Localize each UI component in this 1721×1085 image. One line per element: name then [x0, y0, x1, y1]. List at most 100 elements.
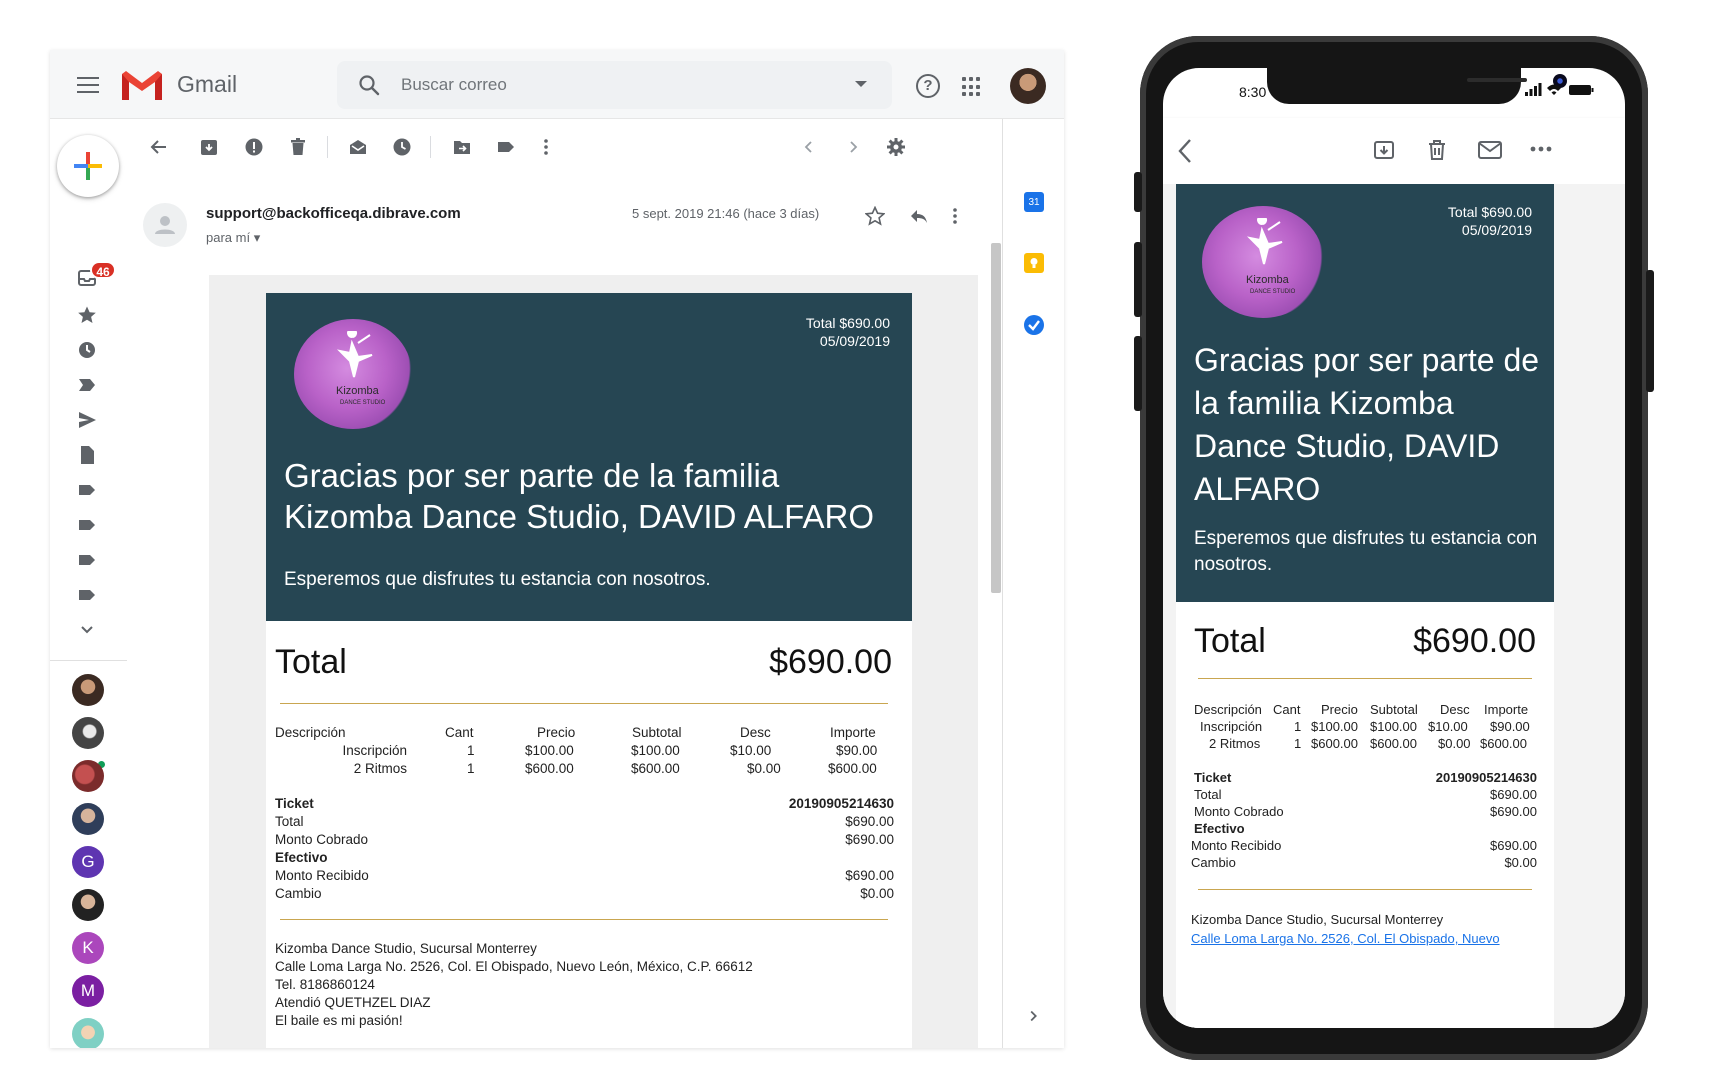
label-icon[interactable]	[77, 515, 97, 535]
hero-total: Total $690.00	[805, 315, 890, 331]
table-cell: $0.00	[1438, 736, 1471, 751]
label-icon[interactable]	[496, 137, 516, 157]
summary-value: $690.00	[845, 832, 894, 847]
hero-subtitle: Esperemos que disfrutes tu estancia con …	[284, 569, 711, 590]
table-cell: $100.00	[631, 743, 680, 758]
ticket-number: 20190905214630	[788, 796, 894, 811]
label-icon[interactable]	[77, 550, 97, 570]
hangouts-contact-avatar[interactable]	[72, 674, 104, 706]
sender-email[interactable]: support@backofficeqa.dibrave.com	[206, 205, 461, 222]
gmail-wordmark[interactable]: Gmail	[177, 71, 237, 98]
delete-icon[interactable]	[288, 137, 308, 157]
spam-icon[interactable]	[244, 137, 264, 157]
mail-icon[interactable]	[1477, 138, 1503, 162]
search-options-caret-icon[interactable]	[855, 81, 867, 87]
phone-notch	[1267, 68, 1567, 104]
star-icon[interactable]	[865, 206, 885, 226]
archive-icon[interactable]	[199, 137, 219, 157]
move-to-icon[interactable]	[452, 137, 472, 157]
logo-brand-line1: Kizomba	[336, 385, 379, 397]
hangouts-contact-avatar[interactable]	[72, 1018, 104, 1048]
recipient-label: para mí	[206, 230, 251, 245]
summary-value: $690.00	[1490, 804, 1537, 819]
settings-icon[interactable]	[886, 137, 906, 157]
table-cell: Inscripción	[1200, 719, 1263, 734]
hangouts-contact-avatar[interactable]	[72, 717, 104, 749]
hero-subtitle-line: Esperemos que disfrutes tu estancia con	[1194, 528, 1538, 549]
divider	[1198, 889, 1532, 890]
hangouts-contact-avatar[interactable]	[72, 803, 104, 835]
compose-plus-icon	[74, 152, 102, 180]
sent-icon[interactable]	[77, 410, 97, 430]
drafts-icon[interactable]	[77, 445, 97, 465]
payment-value: $0.00	[860, 886, 894, 901]
phone-receipt-hero: Kizomba DANCE STUDIO Total $690.00 05/09…	[1176, 184, 1554, 602]
toolbar-separator	[327, 136, 328, 158]
footer-address-link[interactable]: Calle Loma Larga No. 2526, Col. El Obisp…	[1191, 931, 1500, 946]
hero-title: Gracias por ser parte de la familia Kizo…	[1194, 339, 1539, 511]
label-icon[interactable]	[77, 585, 97, 605]
delete-icon[interactable]	[1425, 138, 1449, 162]
summary-label: Monto Cobrado	[1194, 804, 1284, 819]
search-input[interactable]: Buscar correo	[337, 61, 892, 109]
phone-side-button	[1646, 270, 1654, 392]
chevron-right-icon[interactable]	[1024, 1007, 1042, 1025]
phone-screen: 8:30 Kizomba DANCE STUDIO Total $690.00 …	[1163, 68, 1625, 1028]
dancer-icon	[1246, 218, 1283, 265]
mark-unread-icon[interactable]	[348, 137, 368, 157]
back-arrow-icon[interactable]	[149, 137, 169, 157]
search-icon[interactable]	[357, 73, 381, 97]
reply-icon[interactable]	[909, 206, 929, 226]
gmail-logo-icon[interactable]	[120, 68, 164, 102]
hero-subtitle-line: nosotros.	[1194, 554, 1273, 575]
compose-button[interactable]	[57, 135, 119, 197]
hangouts-contact-avatar[interactable]: K	[72, 932, 104, 964]
receipt-hero: Kizomba DANCE STUDIO Total $690.00 05/09…	[266, 293, 912, 621]
status-icons	[1525, 83, 1594, 96]
table-cell: Inscripción	[342, 743, 407, 758]
recipient-details[interactable]: para mí ▾	[206, 230, 260, 246]
table-row: 2 Ritmos 1 $600.00 $600.00 $0.00 $600.00	[1194, 736, 1539, 754]
gmail-header: Gmail Buscar correo ?	[50, 50, 1064, 119]
more-vert-icon[interactable]	[536, 137, 556, 157]
starred-icon[interactable]	[77, 305, 97, 325]
snoozed-icon[interactable]	[77, 340, 97, 360]
hangouts-contact-avatar[interactable]	[72, 760, 104, 792]
caret-down-icon[interactable]: ▾	[254, 230, 261, 245]
back-chevron-icon[interactable]	[1177, 138, 1193, 164]
archive-icon[interactable]	[1372, 138, 1396, 162]
important-icon[interactable]	[77, 375, 97, 395]
total-label: Total	[275, 643, 347, 681]
help-icon[interactable]: ?	[916, 74, 940, 98]
search-placeholder: Buscar correo	[401, 75, 507, 94]
label-icon[interactable]	[77, 480, 97, 500]
chevron-left-icon[interactable]	[799, 137, 819, 157]
message-date: 5 sept. 2019 21:46 (hace 3 días)	[632, 206, 820, 221]
table-cell: 2 Ritmos	[1209, 736, 1261, 751]
hangouts-contact-avatar[interactable]: G	[72, 846, 104, 878]
keep-icon[interactable]	[1024, 253, 1044, 273]
hangouts-contact-avatar[interactable]	[72, 889, 104, 921]
table-cell: $10.00	[1428, 719, 1468, 734]
table-cell: $600.00	[631, 761, 680, 776]
apps-icon[interactable]	[962, 77, 982, 97]
hangouts-contact-avatar[interactable]: M	[72, 975, 104, 1007]
chevron-right-icon[interactable]	[843, 137, 863, 157]
snooze-icon[interactable]	[392, 137, 412, 157]
scrollbar-thumb[interactable]	[991, 243, 1001, 593]
inbox-unread-badge: 46	[90, 261, 116, 279]
gmail-window: Gmail Buscar correo ? 46 G K M support@b…	[50, 50, 1064, 1048]
more-horiz-icon[interactable]	[1530, 144, 1552, 154]
calendar-icon[interactable]: 31	[1024, 192, 1044, 212]
table-cell: $90.00	[1490, 719, 1530, 734]
table-cell: 1	[1294, 719, 1302, 734]
items-table: Descripción Cant Precio Subtotal Desc Im…	[1194, 702, 1539, 758]
logo-brand-line2: DANCE STUDIO	[340, 400, 386, 406]
tasks-icon[interactable]	[1024, 315, 1044, 335]
account-avatar[interactable]	[1010, 68, 1046, 104]
more-vert-icon[interactable]	[945, 206, 965, 226]
payment-method: Efectivo	[275, 850, 328, 865]
phone-mockup: 8:30 Kizomba DANCE STUDIO Total $690.00 …	[1134, 36, 1654, 1060]
chevron-down-icon[interactable]	[77, 620, 97, 640]
menu-icon[interactable]	[77, 77, 99, 93]
